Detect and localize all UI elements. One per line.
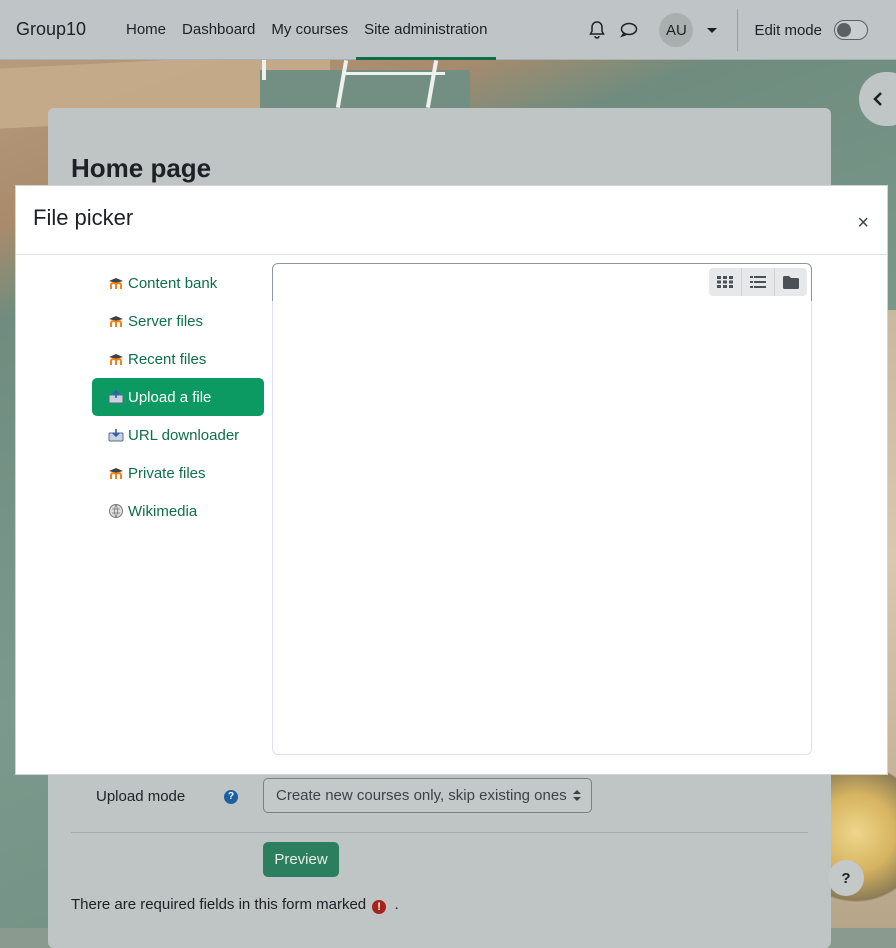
repo-label: Recent files xyxy=(128,350,207,368)
list-view-icon[interactable] xyxy=(742,268,775,296)
repo-label: Server files xyxy=(128,312,204,330)
modal-header: File picker × xyxy=(16,186,887,255)
chevron-down-icon[interactable] xyxy=(707,27,718,33)
repo-label: Content bank xyxy=(128,274,218,292)
navbar-divider xyxy=(737,9,739,51)
repo-url-downloader[interactable]: URL downloader xyxy=(92,416,264,454)
repo-upload-a-file[interactable]: Upload a file xyxy=(92,378,264,416)
moodle-icon xyxy=(108,313,124,329)
required-fields-note: There are required fields in this form m… xyxy=(71,896,399,914)
repo-label: Wikimedia xyxy=(128,502,198,520)
repo-label: Private files xyxy=(128,464,206,482)
repo-recent-files[interactable]: Recent files xyxy=(92,340,264,378)
help-icon[interactable]: ? xyxy=(224,790,238,804)
edit-mode-toggle[interactable] xyxy=(834,20,868,40)
repo-label: Upload a file xyxy=(128,388,212,406)
nav-my-courses[interactable]: My courses xyxy=(263,0,356,60)
repo-wikimedia[interactable]: Wikimedia xyxy=(92,492,264,530)
site-brand[interactable]: Group10 xyxy=(16,19,104,40)
required-note-text: There are required fields in this form m… xyxy=(71,896,367,913)
modal-title: File picker xyxy=(33,205,134,230)
nav-site-administration[interactable]: Site administration xyxy=(356,0,496,60)
primary-navigation: Home Dashboard My courses Site administr… xyxy=(118,0,496,60)
repository-list: Content bank Server files Recent files U… xyxy=(92,264,264,530)
upload-mode-label: Upload mode xyxy=(96,788,186,805)
required-icon: ! xyxy=(372,900,387,914)
moodle-icon xyxy=(108,275,124,291)
folder-view-icon[interactable] xyxy=(775,268,807,296)
help-fab-button[interactable]: ? xyxy=(828,860,864,896)
wikimedia-icon xyxy=(108,503,124,519)
repo-private-files[interactable]: Private files xyxy=(92,454,264,492)
moodle-icon xyxy=(108,351,124,367)
navbar-user-area: AU Edit mode xyxy=(581,0,896,60)
moodle-icon xyxy=(108,465,124,481)
grid-view-icon[interactable] xyxy=(709,268,742,296)
url-download-icon xyxy=(108,427,124,443)
edit-mode-label: Edit mode xyxy=(754,21,822,39)
file-picker-toolbar xyxy=(272,263,812,301)
select-arrows-icon xyxy=(573,790,581,802)
view-mode-buttons xyxy=(709,268,807,296)
upload-icon xyxy=(108,389,124,405)
chevron-left-icon xyxy=(873,92,882,106)
form-divider xyxy=(71,832,808,833)
repo-server-files[interactable]: Server files xyxy=(92,302,264,340)
messages-icon[interactable] xyxy=(613,14,645,46)
nav-home[interactable]: Home xyxy=(118,0,174,60)
nav-dashboard[interactable]: Dashboard xyxy=(174,0,263,60)
page-title: Home page xyxy=(71,153,212,183)
required-note-end: . xyxy=(394,896,399,913)
upload-mode-value: Create new courses only, skip existing o… xyxy=(276,787,567,804)
file-picker-content-area[interactable] xyxy=(272,301,812,755)
repo-label: URL downloader xyxy=(128,426,240,444)
upload-mode-select[interactable]: Create new courses only, skip existing o… xyxy=(263,778,592,813)
avatar[interactable]: AU xyxy=(659,13,694,47)
top-navbar: Group10 Home Dashboard My courses Site a… xyxy=(0,0,896,60)
file-picker-modal: File picker × Content bank Server files … xyxy=(15,185,888,775)
bell-icon[interactable] xyxy=(581,14,613,46)
repo-content-bank[interactable]: Content bank xyxy=(92,264,264,302)
close-icon[interactable]: × xyxy=(857,213,869,233)
preview-button[interactable]: Preview xyxy=(263,842,339,877)
